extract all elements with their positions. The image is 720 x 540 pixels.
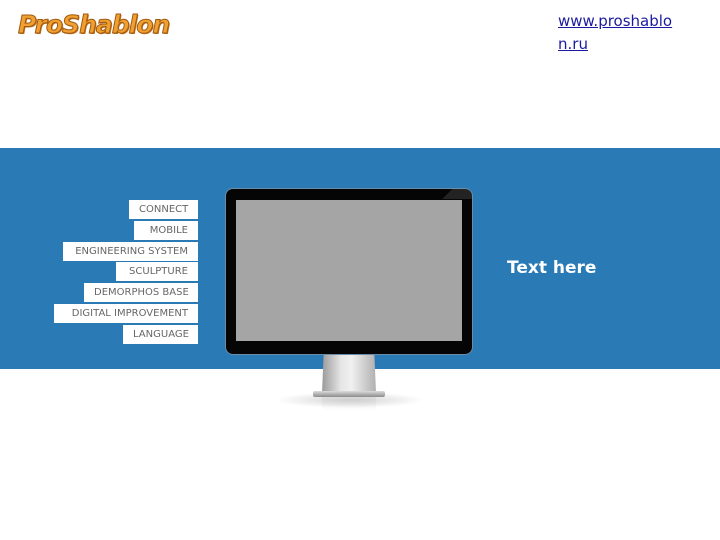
- label-sculpture: SCULPTURE: [116, 262, 198, 281]
- monitor-bezel: [226, 189, 472, 354]
- monitor-stand-neck: [322, 354, 376, 393]
- proshablon-logo: ProShablon: [17, 10, 170, 40]
- caption-text: Text here: [507, 258, 597, 278]
- monitor-stand-reflection: [322, 397, 376, 411]
- label-language: LANGUAGE: [123, 325, 198, 344]
- label-connect: CONNECT: [129, 200, 198, 219]
- label-engineering-system: ENGINEERING SYSTEM: [63, 242, 198, 261]
- label-digital-improvement: DIGITAL IMPROVEMENT: [54, 304, 198, 323]
- website-link[interactable]: www.proshablon.ru: [558, 10, 678, 56]
- label-mobile: MOBILE: [134, 221, 198, 240]
- monitor-screen: [236, 200, 462, 341]
- label-demorphos-base: DEMORPHOS BASE: [84, 283, 198, 302]
